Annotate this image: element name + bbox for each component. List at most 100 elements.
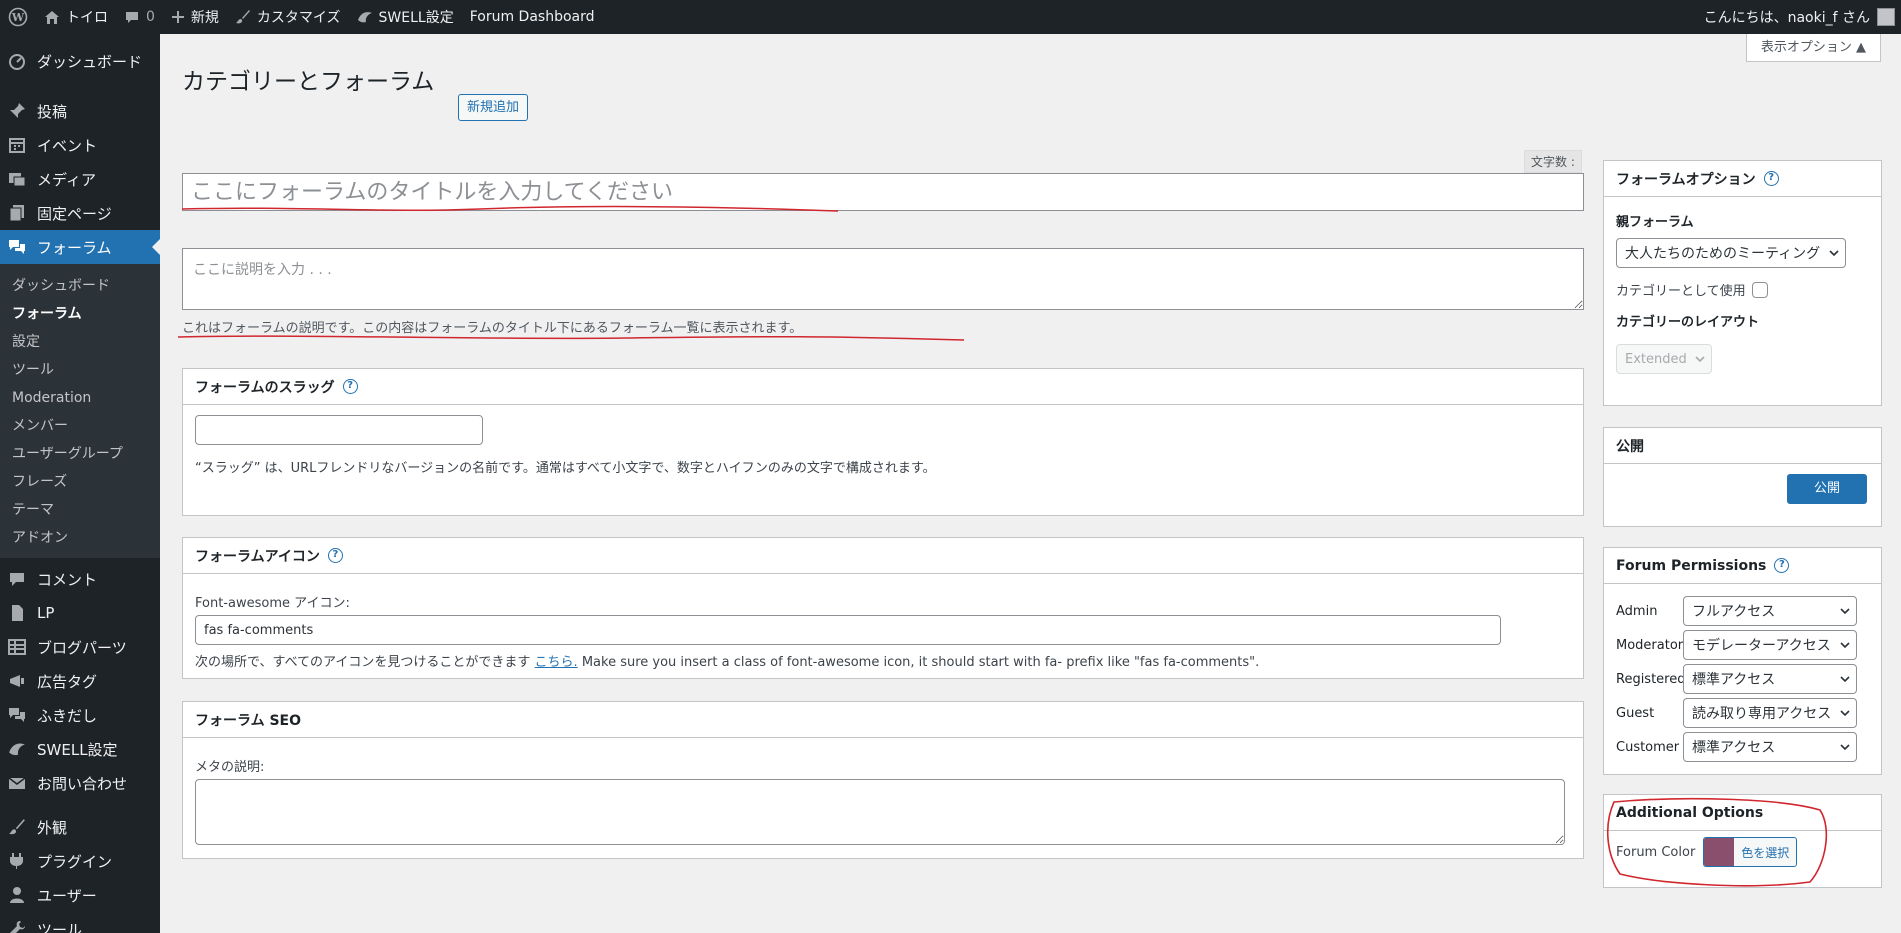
help-icon[interactable]: ? — [327, 548, 343, 563]
submenu-themes[interactable]: テーマ — [0, 496, 160, 524]
menu-contact[interactable]: お問い合わせ — [0, 766, 160, 800]
new-content-link[interactable]: 新規 — [163, 0, 227, 34]
parent-forum-select[interactable]: 大人たちのためのミーティング — [1616, 238, 1846, 268]
admin-sidebar: ダッシュボード 投稿 イベント メディア 固定ページ フォーラム ダッシュボード… — [0, 34, 160, 933]
menu-posts[interactable]: 投稿 — [0, 94, 160, 128]
publish-button[interactable]: 公開 — [1787, 474, 1867, 504]
forum-permissions-box: Forum Permissions ? Admin フルアクセス Moderat… — [1603, 547, 1882, 775]
help-icon[interactable]: ? — [342, 379, 358, 394]
permission-value: 読み取り専用アクセス — [1692, 706, 1832, 722]
menu-label: ダッシュボード — [37, 52, 143, 71]
forum-color-label: Forum Color — [1616, 844, 1696, 860]
submenu-phrases[interactable]: フレーズ — [0, 468, 160, 496]
forum-options-box: フォーラムオプション ? 親フォーラム 大人たちのためのミーティング カテゴリー… — [1603, 160, 1882, 406]
menu-comments[interactable]: コメント — [0, 562, 160, 596]
document-icon — [8, 604, 28, 622]
role-label: Moderator — [1616, 637, 1684, 653]
pin-icon — [8, 102, 28, 120]
menu-label: コメント — [37, 570, 98, 589]
help-icon[interactable]: ? — [1763, 171, 1779, 186]
submenu-dashboard[interactable]: ダッシュボード — [0, 272, 160, 300]
permission-select[interactable]: 標準アクセス — [1683, 664, 1857, 694]
icons-link[interactable]: こちら. — [535, 655, 578, 670]
svg-text:W: W — [11, 11, 25, 24]
help-icon[interactable]: ? — [1774, 558, 1790, 573]
submenu-settings[interactable]: 設定 — [0, 328, 160, 356]
menu-dashboard[interactable]: ダッシュボード — [0, 44, 160, 78]
menu-users[interactable]: ユーザー — [0, 878, 160, 912]
forum-seo-box-title: フォーラム SEO — [195, 712, 302, 729]
permission-select[interactable]: 標準アクセス — [1683, 732, 1857, 762]
brush-icon — [235, 9, 251, 25]
submenu-members[interactable]: メンバー — [0, 412, 160, 440]
submenu-forums[interactable]: フォーラム — [0, 300, 160, 328]
permission-row-admin: Admin フルアクセス — [1616, 594, 1869, 628]
category-layout-select[interactable]: Extended — [1616, 344, 1712, 374]
menu-forums[interactable]: フォーラム — [0, 230, 160, 264]
additional-options-box: Additional Options Forum Color 色を選択 — [1603, 794, 1882, 888]
menu-plugins[interactable]: プラグイン — [0, 844, 160, 878]
menu-blog-parts[interactable]: ブログパーツ — [0, 630, 160, 664]
wordpress-icon: W — [8, 7, 28, 27]
use-as-category-checkbox[interactable] — [1751, 281, 1768, 298]
permission-select[interactable]: 読み取り専用アクセス — [1683, 698, 1857, 728]
menu-label: SWELL設定 — [37, 740, 118, 759]
forum-seo-box-header: フォーラム SEO — [183, 702, 1583, 738]
plugin-icon — [8, 852, 28, 870]
menu-label: メディア — [37, 170, 96, 189]
menu-lp[interactable]: LP — [0, 596, 160, 630]
mail-icon — [8, 774, 28, 792]
wp-logo-menu[interactable]: W — [0, 0, 36, 34]
role-label: Registered — [1616, 671, 1686, 687]
menu-appearance[interactable]: 外観 — [0, 810, 160, 844]
color-picker-button[interactable]: 色を選択 — [1703, 837, 1798, 867]
screen-options-button[interactable]: 表示オプション ▲ — [1745, 34, 1881, 62]
grid-icon — [8, 638, 28, 656]
site-name-link[interactable]: トイロ — [36, 0, 116, 34]
submenu-addons[interactable]: アドオン — [0, 524, 160, 552]
menu-events[interactable]: イベント — [0, 128, 160, 162]
slug-box-title: フォーラムのスラッグ — [195, 379, 335, 396]
slug-input[interactable] — [195, 415, 483, 445]
permission-select[interactable]: フルアクセス — [1683, 596, 1857, 626]
icon-help-prefix: 次の場所で、すべてのアイコンを見つけることができます — [195, 655, 531, 670]
icon-class-input[interactable] — [195, 615, 1501, 645]
role-label: Admin — [1616, 603, 1658, 619]
menu-media[interactable]: メディア — [0, 162, 160, 196]
submenu-moderation[interactable]: Moderation — [0, 384, 160, 412]
comment-icon — [124, 10, 140, 25]
menu-label: ツール — [37, 920, 83, 933]
publish-header: 公開 — [1604, 428, 1881, 464]
comment-icon — [8, 570, 28, 588]
submenu-tools[interactable]: ツール — [0, 356, 160, 384]
forum-icon-box-title: フォーラムアイコン — [195, 548, 320, 565]
swell-settings-link[interactable]: SWELL設定 — [349, 0, 462, 34]
new-label: 新規 — [190, 10, 219, 26]
comments-link[interactable]: 0 — [116, 0, 163, 34]
category-layout-label: カテゴリーのレイアウト — [1616, 315, 1760, 330]
menu-pages[interactable]: 固定ページ — [0, 196, 160, 230]
add-new-button[interactable]: 新規追加 — [458, 94, 529, 121]
menu-label: プラグイン — [37, 852, 113, 871]
admin-bar: W トイロ 0 新規 カスタマイズ SWELL設定 Forum Dashboar… — [0, 0, 1901, 34]
submenu-usergroups[interactable]: ユーザーグループ — [0, 440, 160, 468]
forum-dashboard-link[interactable]: Forum Dashboard — [462, 0, 603, 34]
menu-swell-settings[interactable]: SWELL設定 — [0, 732, 160, 766]
page-title: カテゴリーとフォーラム — [182, 69, 435, 95]
forum-title-input[interactable] — [182, 173, 1584, 211]
my-account[interactable]: こんにちは、naoki_f さん — [1704, 7, 1901, 27]
forum-description-input[interactable] — [182, 248, 1584, 310]
customize-link[interactable]: カスタマイズ — [227, 0, 349, 34]
permission-value: モデレーターアクセス — [1692, 638, 1831, 654]
menu-balloons[interactable]: ふきだし — [0, 698, 160, 732]
meta-description-input[interactable] — [195, 779, 1565, 845]
home-icon — [44, 10, 60, 25]
slug-box-header: フォーラムのスラッグ ? — [183, 369, 1583, 405]
menu-label: イベント — [37, 136, 98, 155]
menu-tools[interactable]: ツール — [0, 912, 160, 933]
additional-options-header: Additional Options — [1604, 795, 1881, 831]
menu-ad-tags[interactable]: 広告タグ — [0, 664, 160, 698]
chevron-down-icon — [1840, 710, 1850, 717]
permission-select[interactable]: モデレーターアクセス — [1683, 630, 1857, 660]
parent-forum-label: 親フォーラム — [1616, 215, 1694, 230]
